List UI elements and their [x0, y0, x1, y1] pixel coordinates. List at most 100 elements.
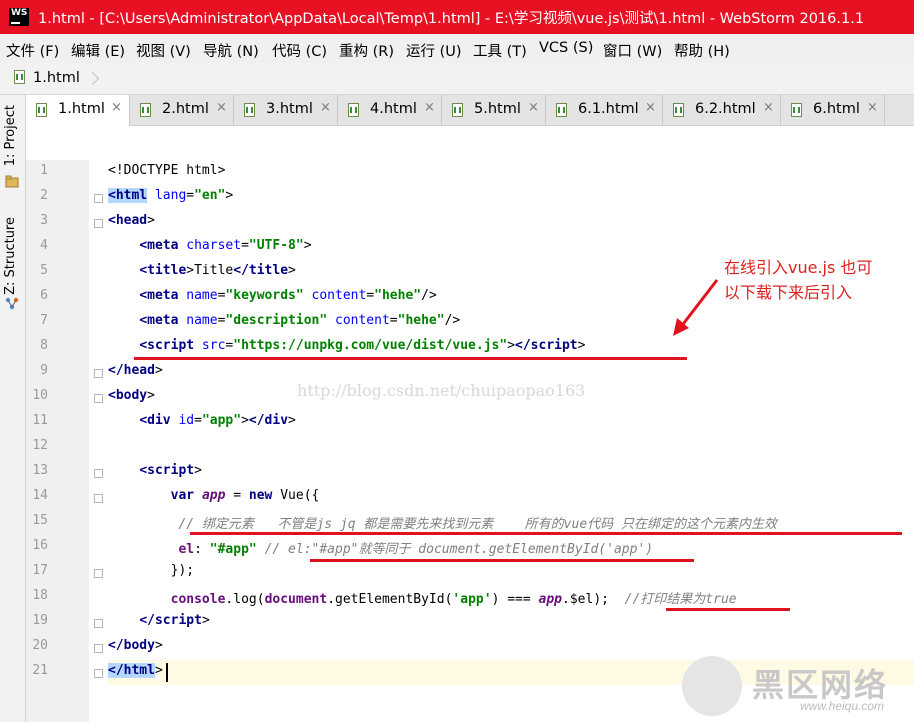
code-token: <body — [108, 388, 148, 403]
fold-marker-icon[interactable] — [94, 644, 103, 653]
fold-gutter — [89, 160, 107, 722]
line-number: 16 — [32, 538, 48, 553]
tab-5-html[interactable]: 5.html × — [442, 95, 546, 125]
menu-code[interactable]: 代码 (C) — [272, 40, 327, 61]
title-bar: WS 1.html - [C:\Users\Administrator\AppD… — [0, 0, 914, 34]
tab-label: 5.html — [474, 101, 521, 117]
tab-6-2-html[interactable]: 6.2.html × — [663, 95, 781, 125]
structure-tool-button[interactable]: Z: Structure — [3, 217, 18, 295]
line-number: 20 — [32, 638, 48, 653]
fold-marker-icon[interactable] — [94, 494, 103, 503]
code-token: el — [178, 542, 195, 557]
fold-marker-icon[interactable] — [94, 619, 103, 628]
tab-4-html[interactable]: 4.html × — [338, 95, 442, 125]
line-number-gutter: 1 2 3 4 5 6 7 8 9 10 11 12 13 14 15 16 17 18 19 20 21 — [26, 160, 89, 722]
close-icon[interactable]: × — [867, 100, 878, 115]
menu-tools[interactable]: 工具 (T) — [473, 40, 527, 61]
code-line: <!DOCTYPE html> — [108, 163, 225, 178]
tab-2-html[interactable]: 2.html × — [130, 95, 234, 125]
code-token: > — [241, 413, 249, 428]
fold-marker-icon[interactable] — [94, 394, 103, 403]
code-token: > — [154, 638, 163, 653]
line-number: 9 — [40, 363, 48, 378]
line-number: 4 — [40, 238, 48, 253]
close-icon[interactable]: × — [216, 100, 227, 115]
menu-file[interactable]: 文件 (F) — [6, 40, 59, 61]
html-file-icon — [36, 103, 47, 117]
tab-label: 3.html — [266, 101, 313, 117]
code-token: > — [147, 388, 155, 403]
underline-true-comment — [666, 608, 790, 611]
code-token: /> — [444, 313, 461, 328]
code-editor[interactable]: 1 2 3 4 5 6 7 8 9 10 11 12 13 14 15 16 17 18 19 20 21 <!DOCT… — [26, 160, 914, 722]
code-token: = — [389, 313, 398, 328]
close-icon[interactable]: × — [528, 100, 539, 115]
code-token: </script — [139, 613, 202, 628]
fold-marker-icon[interactable] — [94, 194, 103, 203]
text-caret — [166, 663, 168, 682]
tab-1-html[interactable]: 1.html × — [26, 95, 130, 126]
fold-marker-icon[interactable] — [94, 569, 103, 578]
logo-url: www.heiqu.com — [800, 699, 885, 713]
code-token: id — [170, 413, 195, 428]
breadcrumb-file[interactable]: 1.html — [14, 69, 80, 86]
line-number: 15 — [32, 513, 48, 528]
editor-tab-bar: 1.html × 2.html × 3.html × 4.html × 5.ht… — [26, 95, 914, 126]
menu-bar: 文件 (F) 编辑 (E) 视图 (V) 导航 (N) 代码 (C) 重构 (R… — [0, 34, 914, 63]
tab-3-html[interactable]: 3.html × — [234, 95, 338, 125]
menu-window[interactable]: 窗口 (W) — [603, 40, 662, 61]
fold-marker-icon[interactable] — [94, 469, 103, 478]
heiqu-logo-icon — [682, 656, 742, 716]
menu-vcs[interactable]: VCS (S) — [539, 40, 593, 56]
code-token: document — [264, 592, 328, 607]
close-icon[interactable]: × — [111, 100, 122, 115]
menu-refactor[interactable]: 重构 (R) — [339, 40, 394, 61]
close-icon[interactable]: × — [645, 100, 656, 115]
tab-6-html[interactable]: 6.html × — [781, 95, 885, 125]
code-token: "#app" — [209, 542, 257, 557]
code-token: > — [225, 188, 234, 203]
project-tool-button[interactable]: 1: Project — [3, 105, 18, 166]
line-number: 5 — [40, 263, 48, 278]
code-token: "hehe" — [397, 313, 445, 328]
line-number: 6 — [40, 288, 48, 303]
tab-label: 6.2.html — [695, 101, 756, 117]
menu-edit[interactable]: 编辑 (E) — [71, 40, 125, 61]
code-token: </body — [108, 638, 155, 653]
code-line: <head> — [108, 213, 155, 228]
menu-help[interactable]: 帮助 (H) — [674, 40, 730, 61]
fold-marker-icon[interactable] — [94, 669, 103, 678]
code-token: > — [147, 213, 155, 228]
window-title: 1.html - [C:\Users\Administrator\AppData… — [38, 11, 865, 27]
underline-el-comment — [310, 559, 694, 562]
line-number: 2 — [40, 188, 48, 203]
html-file-icon — [452, 103, 463, 117]
close-icon[interactable]: × — [763, 100, 774, 115]
folder-icon — [5, 175, 19, 188]
code-line: <div id="app"></div> — [108, 413, 296, 428]
close-icon[interactable]: × — [320, 100, 331, 115]
webstorm-app-icon: WS — [9, 8, 29, 26]
code-token: // 绑定元素 不管是js jq 都是需要先来找到元素 所有的vue代码 只在绑… — [178, 517, 777, 532]
menu-view[interactable]: 视图 (V) — [136, 40, 191, 61]
code-token: >Title — [186, 263, 234, 278]
code-token: = — [225, 488, 249, 503]
line-number: 13 — [32, 463, 48, 478]
code-token: = — [241, 238, 249, 253]
code-line: </head> — [108, 363, 163, 378]
menu-run[interactable]: 运行 (U) — [406, 40, 462, 61]
code-token: name — [178, 288, 218, 303]
close-icon[interactable]: × — [424, 100, 435, 115]
line-number: 17 — [32, 563, 48, 578]
tab-6-1-html[interactable]: 6.1.html × — [546, 95, 663, 125]
fold-marker-icon[interactable] — [94, 219, 103, 228]
fold-marker-icon[interactable] — [94, 369, 103, 378]
annotation-line-2: 以下载下来后引入 — [724, 283, 853, 302]
menu-navigate[interactable]: 导航 (N) — [203, 40, 259, 61]
code-token: <title — [139, 263, 187, 278]
html-file-icon — [14, 69, 25, 84]
